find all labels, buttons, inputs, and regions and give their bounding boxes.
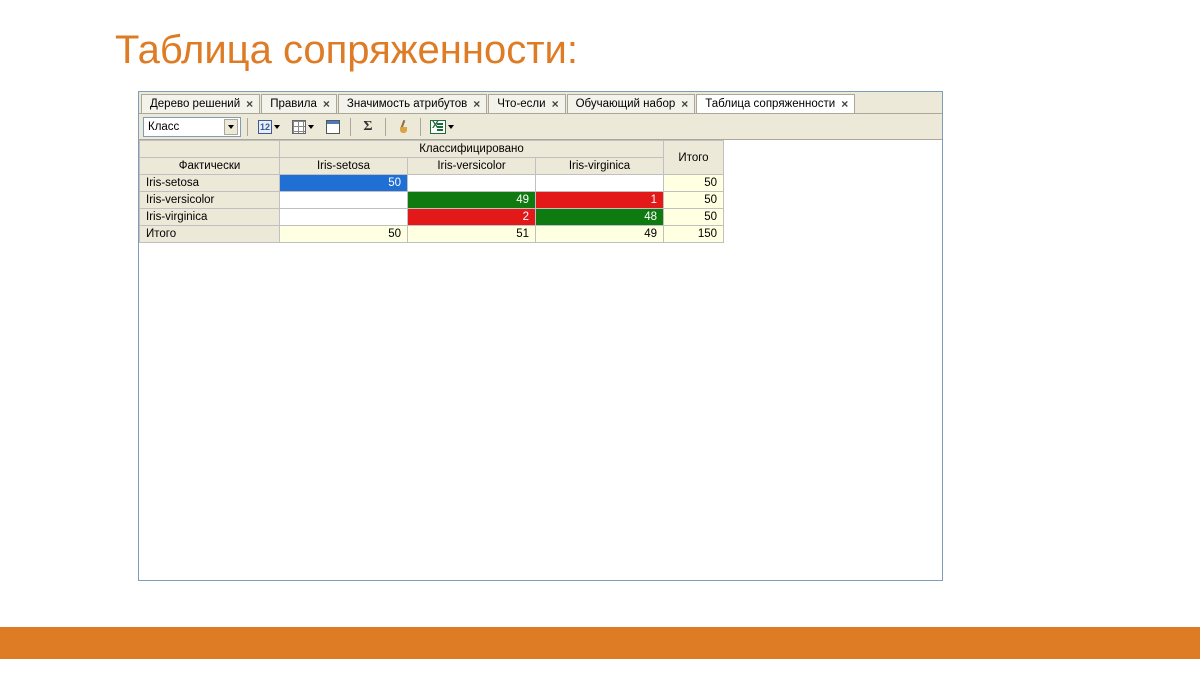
toolbar: Класс 12 Σ	[139, 114, 942, 140]
matrix-cell	[280, 209, 408, 226]
chevron-down-icon	[224, 119, 238, 135]
corner-cell	[140, 141, 280, 158]
brush-button[interactable]	[392, 117, 414, 137]
col-header: Iris-virginica	[536, 158, 664, 175]
tab-label: Таблица сопряженности	[705, 98, 835, 110]
row-total: 50	[664, 175, 724, 192]
slide-footer-bar	[0, 627, 1200, 659]
tab-1[interactable]: Правила ×	[261, 94, 337, 113]
calendar-button[interactable]	[322, 117, 344, 137]
sigma-button[interactable]: Σ	[357, 117, 379, 137]
calendar-icon	[326, 120, 340, 134]
brush-icon	[396, 120, 410, 134]
totals-cell: 50	[280, 226, 408, 243]
row-total: 50	[664, 209, 724, 226]
confusion-matrix: Классифицировано Итого Фактически Iris-s…	[139, 140, 724, 243]
totals-label: Итого	[140, 226, 280, 243]
close-icon[interactable]: ×	[323, 98, 330, 110]
separator	[420, 118, 421, 136]
tab-label: Дерево решений	[150, 98, 240, 110]
row-label: Iris-setosa	[140, 175, 280, 192]
row-header-title: Фактически	[140, 158, 280, 175]
matrix-cell	[536, 175, 664, 192]
col-header: Iris-versicolor	[408, 158, 536, 175]
matrix-cell	[280, 192, 408, 209]
tab-0[interactable]: Дерево решений ×	[141, 94, 260, 113]
class-combo[interactable]: Класс	[143, 117, 241, 137]
row-total: 50	[664, 192, 724, 209]
close-icon[interactable]: ×	[473, 98, 480, 110]
matrix-cell: 1	[536, 192, 664, 209]
close-icon[interactable]: ×	[681, 98, 688, 110]
tab-label: Правила	[270, 98, 317, 110]
totals-cell: 51	[408, 226, 536, 243]
row-label: Iris-versicolor	[140, 192, 280, 209]
grid-icon	[292, 120, 306, 134]
total-header: Итого	[664, 141, 724, 175]
slide-title: Таблица сопряженности:	[0, 0, 1200, 91]
export-excel-button[interactable]	[427, 117, 457, 137]
matrix-cell: 49	[408, 192, 536, 209]
content-area: Классифицировано Итого Фактически Iris-s…	[139, 140, 942, 580]
close-icon[interactable]: ×	[841, 98, 848, 110]
close-icon[interactable]: ×	[552, 98, 559, 110]
class-combo-value: Класс	[148, 121, 179, 133]
tab-strip: Дерево решений×Правила×Значимость атрибу…	[139, 92, 942, 114]
tab-label: Значимость атрибутов	[347, 98, 467, 110]
matrix-cell	[408, 175, 536, 192]
app-window: Дерево решений×Правила×Значимость атрибу…	[138, 91, 943, 581]
tab-2[interactable]: Значимость атрибутов ×	[338, 94, 487, 113]
totals-cell: 49	[536, 226, 664, 243]
tab-4[interactable]: Обучающий набор ×	[567, 94, 696, 113]
tab-label: Что-если	[497, 98, 545, 110]
numbers-button[interactable]: 12	[254, 117, 284, 137]
super-header: Классифицировано	[280, 141, 664, 158]
separator	[350, 118, 351, 136]
matrix-cell: 48	[536, 209, 664, 226]
sigma-icon: Σ	[363, 119, 372, 135]
tab-5[interactable]: Таблица сопряженности ×	[696, 94, 855, 113]
excel-icon	[430, 120, 446, 134]
matrix-cell: 50	[280, 175, 408, 192]
separator	[385, 118, 386, 136]
grid-button[interactable]	[288, 117, 318, 137]
col-header: Iris-setosa	[280, 158, 408, 175]
row-label: Iris-virginica	[140, 209, 280, 226]
matrix-cell: 2	[408, 209, 536, 226]
separator	[247, 118, 248, 136]
tab-label: Обучающий набор	[576, 98, 676, 110]
number-format-icon: 12	[258, 120, 272, 134]
close-icon[interactable]: ×	[246, 98, 253, 110]
grand-total-cell: 150	[664, 226, 724, 243]
tab-3[interactable]: Что-если ×	[488, 94, 565, 113]
